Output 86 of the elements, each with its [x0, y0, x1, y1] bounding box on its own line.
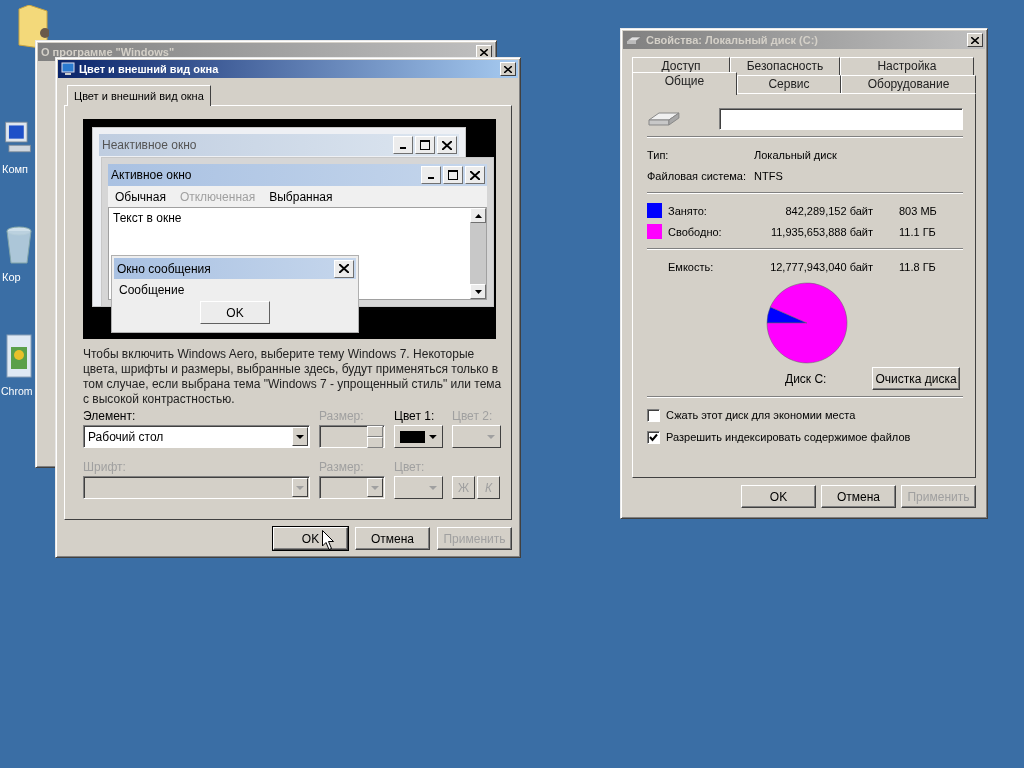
- up-arrow-icon: [474, 213, 482, 218]
- mouse-cursor-icon: [322, 530, 335, 551]
- info-value: Локальный диск: [754, 148, 837, 161]
- close-button[interactable]: [437, 136, 457, 154]
- drive-icon: [626, 35, 642, 45]
- window-title: Цвет и внешний вид окна: [79, 63, 220, 75]
- minimize-button[interactable]: [393, 136, 413, 154]
- scroll-down-button[interactable]: [470, 284, 486, 299]
- close-icon: [442, 140, 452, 150]
- usage-size: 11.1 ГБ: [899, 225, 936, 238]
- dialog-button[interactable]: Отмена: [355, 527, 430, 550]
- checkbox-label[interactable]: Сжать этот диск для экономии места: [666, 409, 856, 421]
- field-label: Элемент:: [83, 409, 137, 423]
- menu-item[interactable]: Обычная: [115, 189, 166, 204]
- recycle-bin-icon[interactable]: [4, 225, 34, 265]
- installer-icon[interactable]: [4, 333, 34, 379]
- window-title: О программе "Windows": [41, 46, 176, 58]
- usage-bytes: 11,935,653,888 байт: [769, 225, 873, 238]
- folder-icon[interactable]: [17, 5, 49, 49]
- minimize-button[interactable]: [421, 166, 441, 184]
- maximize-icon: [420, 140, 430, 150]
- ok-button[interactable]: OK: [200, 301, 270, 324]
- usage-bytes: 842,289,152 байт: [784, 204, 873, 217]
- window-title: Неактивное окно: [102, 138, 198, 152]
- menu-item[interactable]: Выбранная: [269, 189, 333, 204]
- info-value: NTFS: [754, 169, 783, 182]
- tab[interactable]: Настройка: [840, 57, 974, 75]
- scroll-up-button[interactable]: [470, 208, 486, 223]
- down-arrow-icon: [474, 289, 482, 294]
- tab[interactable]: Сервис: [737, 75, 841, 93]
- maximize-icon: [448, 170, 458, 180]
- window-text: Текст в окне: [112, 210, 183, 227]
- tab[interactable]: Оборудование: [841, 75, 976, 93]
- info-label: Файловая система:: [647, 169, 748, 182]
- dropdown-arrow-icon: [296, 434, 304, 439]
- close-icon: [480, 48, 488, 56]
- close-icon: [504, 65, 512, 73]
- color-picker-button[interactable]: [452, 425, 501, 448]
- dropdown-arrow-icon: [487, 434, 495, 439]
- usage-label: Свободно:: [668, 225, 723, 238]
- close-icon: [971, 36, 979, 44]
- close-button[interactable]: [465, 166, 485, 184]
- font-size-dropdown[interactable]: [319, 476, 385, 499]
- close-icon: [339, 264, 349, 273]
- icon-label[interactable]: Кор: [2, 271, 21, 283]
- close-button[interactable]: [500, 62, 516, 76]
- dropdown-arrow-icon: [371, 485, 379, 490]
- close-button[interactable]: [334, 259, 354, 278]
- icon-label[interactable]: Chrom: [1, 385, 33, 397]
- disk-cleanup-button[interactable]: Очистка диска: [872, 367, 960, 390]
- maximize-button[interactable]: [415, 136, 435, 154]
- checkbox-label[interactable]: Разрешить индексировать содержимое файлов: [666, 431, 911, 443]
- color-picker-button[interactable]: [394, 425, 443, 448]
- element-dropdown[interactable]: Рабочий стол: [83, 425, 310, 448]
- field-label: Цвет 1:: [394, 409, 436, 423]
- capacity-size: 11.8 ГБ: [899, 260, 936, 273]
- capacity-bytes: 12,777,943,040 байт: [769, 260, 873, 273]
- color-picker-button[interactable]: [394, 476, 443, 499]
- checkbox[interactable]: [647, 408, 660, 422]
- dialog-button[interactable]: OK: [741, 485, 816, 508]
- close-icon: [470, 170, 480, 180]
- drive-name-field[interactable]: [718, 108, 963, 130]
- icon-label[interactable]: Комп: [2, 163, 29, 175]
- tab[interactable]: Цвет и внешний вид окна: [67, 85, 211, 106]
- usage-label: Занято:: [668, 204, 708, 217]
- info-label: Тип:: [647, 148, 670, 161]
- tab[interactable]: Общие: [632, 72, 737, 95]
- checkbox[interactable]: [647, 430, 660, 444]
- message-text: Сообщение: [118, 282, 186, 299]
- dialog-button[interactable]: OK: [273, 527, 348, 550]
- size-spinner[interactable]: [319, 425, 385, 448]
- dropdown-arrow-icon: [429, 434, 437, 439]
- dropdown-arrow-icon: [429, 485, 437, 490]
- description-text: Чтобы включить Windows Aero, выберите тему Windows 7. Некоторые цвета, шрифты и размеры, выбранные здесь, будут применяться только в том случае, если выбрана тема "Windows 7 - упрощенный стиль" или тема с высокой контрастностью.: [83, 347, 503, 407]
- drive-icon: [647, 110, 681, 128]
- disk-label: Диск C:: [785, 371, 828, 386]
- font-dropdown[interactable]: [83, 476, 310, 499]
- window-title: Активное окно: [111, 168, 193, 182]
- maximize-button[interactable]: [443, 166, 463, 184]
- window-title: Окно сообщения: [117, 261, 212, 276]
- dialog-button[interactable]: Отмена: [821, 485, 896, 508]
- usage-size: 803 МБ: [899, 204, 937, 217]
- dropdown-arrow-icon: [296, 485, 304, 490]
- monitor-icon: [61, 62, 75, 76]
- scrollbar[interactable]: [470, 208, 486, 299]
- capacity-label: Емкость:: [668, 260, 715, 273]
